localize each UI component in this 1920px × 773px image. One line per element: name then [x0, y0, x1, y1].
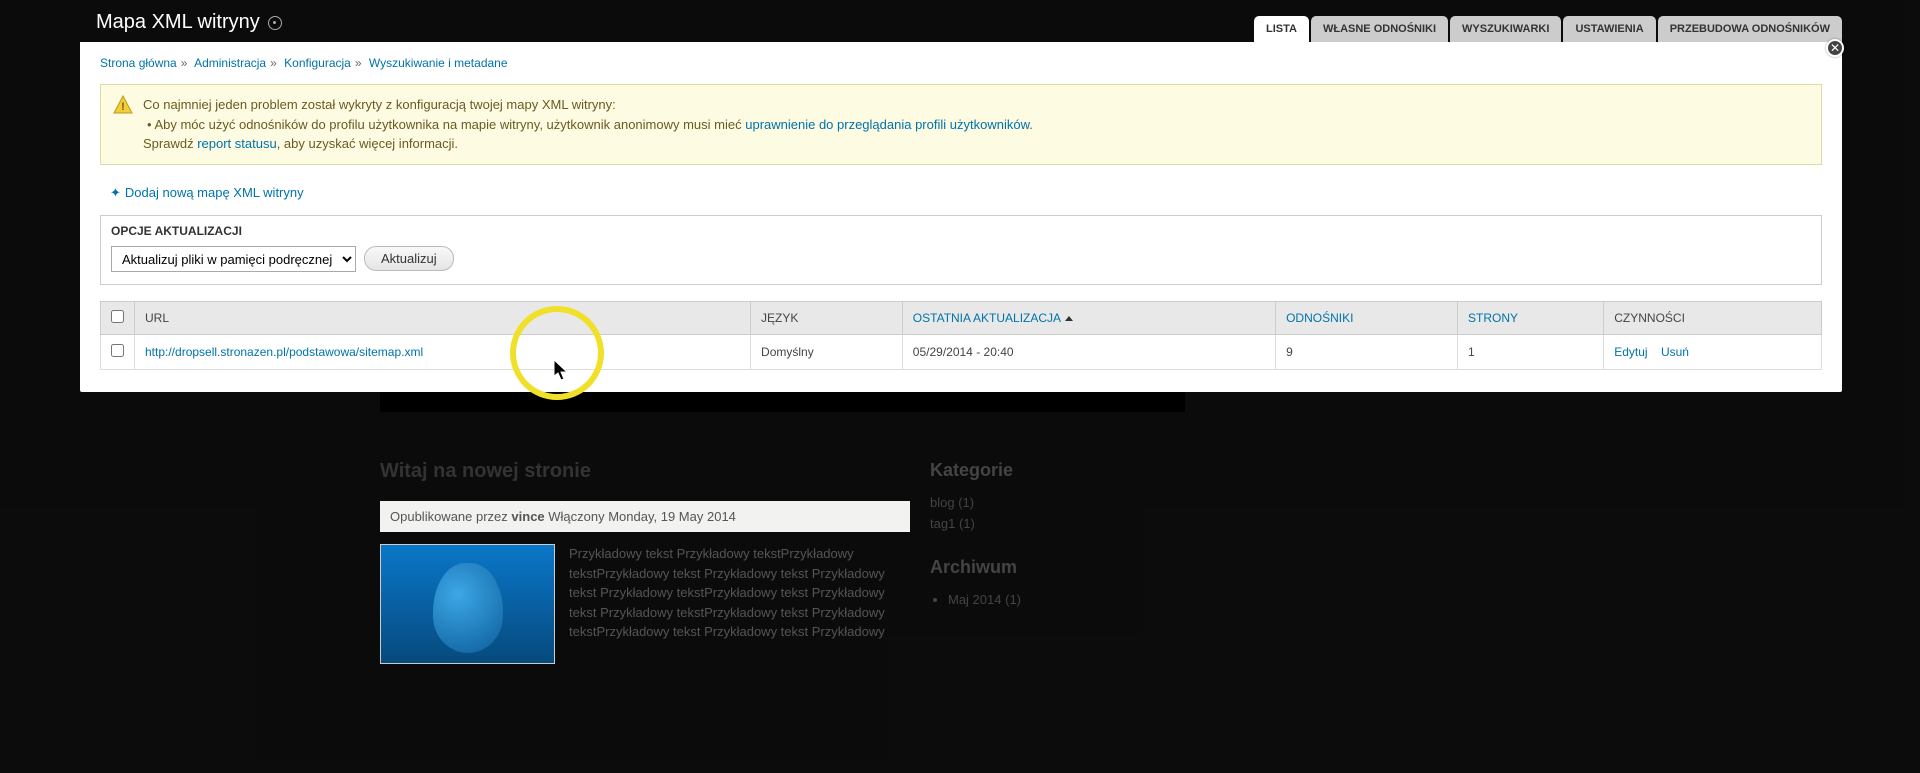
- select-all-checkbox[interactable]: [111, 310, 124, 323]
- update-mode-select[interactable]: Aktualizuj pliki w pamięci podręcznej: [111, 246, 356, 272]
- row-language: Domyślny: [751, 334, 903, 369]
- col-operations: CZYNNOŚCI: [1604, 301, 1822, 334]
- warning-bullet: • Aby móc użyć odnośników do profilu uży…: [147, 115, 1809, 135]
- warning-intro: Co najmniej jeden problem został wykryty…: [143, 95, 1809, 115]
- breadcrumb-admin[interactable]: Administracja: [194, 56, 266, 70]
- add-sitemap-link[interactable]: ✦ Dodaj nową mapę XML witryny: [110, 185, 304, 201]
- col-url: URL: [135, 301, 751, 334]
- warning-box: ! Co najmniej jeden problem został wykry…: [100, 84, 1822, 165]
- breadcrumb-home[interactable]: Strona główna: [100, 56, 177, 70]
- sitemap-url-link[interactable]: http://dropsell.stronazen.pl/podstawowa/…: [145, 345, 423, 359]
- warning-icon: !: [113, 95, 133, 115]
- edit-link[interactable]: Edytuj: [1614, 345, 1647, 359]
- refresh-icon: [268, 16, 282, 30]
- tab-wyszukiwarki[interactable]: WYSZUKIWARKI: [1450, 16, 1561, 42]
- breadcrumb: Strona główna» Administracja» Konfigurac…: [100, 56, 1822, 70]
- permission-link[interactable]: uprawnienie do przeglądania profili użyt…: [745, 117, 1029, 132]
- table-row: http://dropsell.stronazen.pl/podstawowa/…: [101, 334, 1822, 369]
- svg-text:!: !: [121, 101, 125, 113]
- tab-wlasne-odnosniki[interactable]: WŁASNE ODNOŚNIKI: [1311, 16, 1448, 42]
- close-icon[interactable]: ✕: [1826, 39, 1844, 57]
- sitemap-table: URL JĘZYK OSTATNIA AKTUALIZACJA ODNOŚNIK…: [100, 301, 1822, 370]
- col-language: JĘZYK: [751, 301, 903, 334]
- breadcrumb-config[interactable]: Konfiguracja: [284, 56, 351, 70]
- status-report-link[interactable]: report statusu: [197, 136, 277, 151]
- update-options-section: OPCJE AKTUALIZACJI Aktualizuj pliki w pa…: [100, 215, 1822, 285]
- plus-icon: ✦: [110, 185, 121, 201]
- warning-check: Sprawdź report statusu, aby uzyskać więc…: [143, 134, 1809, 154]
- col-pages[interactable]: STRONY: [1458, 301, 1604, 334]
- col-links[interactable]: ODNOŚNIKI: [1276, 301, 1458, 334]
- admin-tabs: LISTA WŁASNE ODNOŚNIKI WYSZUKIWARKI USTA…: [1254, 16, 1842, 42]
- update-legend: OPCJE AKTUALIZACJI: [111, 224, 1811, 238]
- breadcrumb-search[interactable]: Wyszukiwanie i metadane: [369, 56, 508, 70]
- delete-link[interactable]: Usuń: [1661, 345, 1689, 359]
- page-title: Mapa XML witryny: [80, 3, 298, 42]
- update-button[interactable]: Aktualizuj: [364, 246, 454, 271]
- row-checkbox[interactable]: [111, 344, 124, 357]
- row-last-update: 05/29/2014 - 20:40: [902, 334, 1275, 369]
- tab-przebudowa[interactable]: PRZEBUDOWA ODNOŚNIKÓW: [1658, 16, 1842, 42]
- tab-lista[interactable]: LISTA: [1254, 16, 1309, 42]
- row-pages: 1: [1458, 334, 1604, 369]
- sort-arrow-icon: [1065, 316, 1073, 321]
- col-last-update[interactable]: OSTATNIA AKTUALIZACJA: [902, 301, 1275, 334]
- tab-ustawienia[interactable]: USTAWIENIA: [1563, 16, 1655, 42]
- row-links: 9: [1276, 334, 1458, 369]
